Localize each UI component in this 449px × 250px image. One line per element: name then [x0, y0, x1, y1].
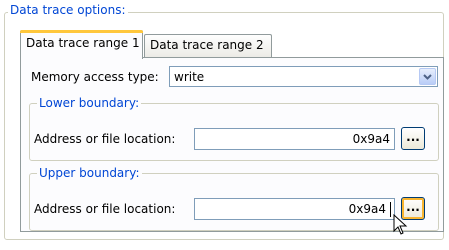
lower-address-value: 0x9a4: [352, 132, 390, 146]
upper-address-input[interactable]: 0x9a4: [194, 198, 395, 220]
upper-boundary-group: Upper boundary: Address or file location…: [29, 166, 439, 231]
tab-label: Data trace range 1: [26, 36, 140, 50]
data-trace-options-title: Data trace options:: [8, 3, 128, 17]
memory-access-value: write: [174, 70, 205, 84]
lower-address-label: Address or file location:: [34, 132, 176, 146]
text-caret: [390, 202, 391, 217]
mouse-pointer-icon: [393, 214, 408, 235]
memory-access-label: Memory access type:: [31, 70, 159, 84]
upper-boundary-title: Upper boundary:: [37, 166, 142, 180]
browse-label: ...: [406, 200, 420, 214]
tab-data-trace-range-1[interactable]: Data trace range 1: [20, 30, 143, 59]
lower-boundary-group: Lower boundary: Address or file location…: [29, 96, 439, 161]
chevron-down-icon: [423, 74, 432, 80]
memory-access-select[interactable]: write: [169, 66, 438, 87]
tab-panel: Memory access type: write Lower boundary…: [20, 57, 444, 232]
lower-boundary-title: Lower boundary:: [37, 96, 142, 110]
upper-address-label: Address or file location:: [34, 202, 176, 216]
tab-label: Data trace range 2: [150, 38, 264, 52]
tab-data-trace-range-2[interactable]: Data trace range 2: [144, 34, 272, 57]
lower-browse-button[interactable]: ...: [401, 127, 425, 150]
dropdown-button[interactable]: [419, 68, 436, 85]
upper-address-value: 0x9a4: [348, 202, 386, 216]
lower-address-input[interactable]: 0x9a4: [194, 128, 395, 150]
browse-label: ...: [406, 130, 420, 144]
